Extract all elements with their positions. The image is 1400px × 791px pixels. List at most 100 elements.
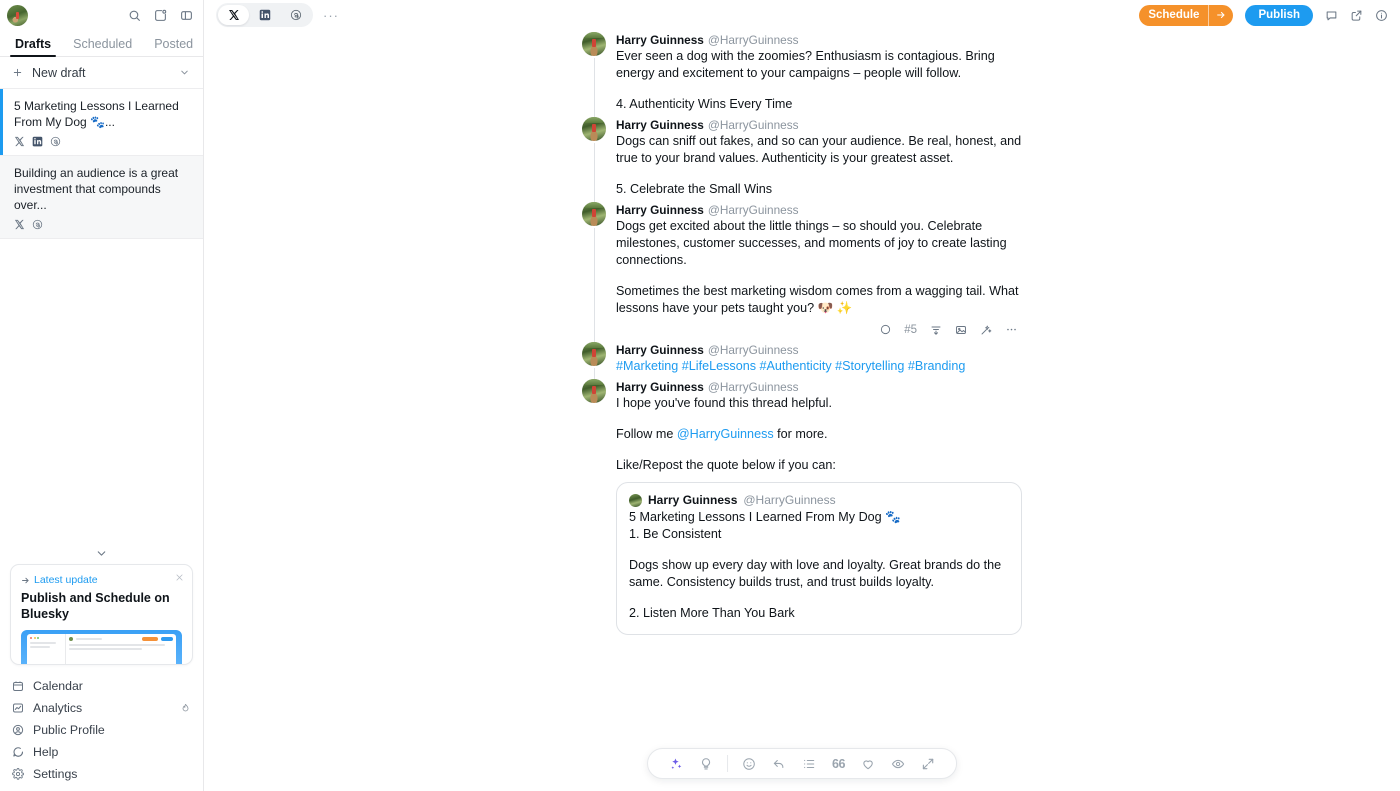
undo-icon[interactable] — [772, 757, 786, 771]
quoted-post-header: Harry Guinness @HarryGuinness — [629, 493, 1009, 507]
draft-item-1[interactable]: Building an audience is a great investme… — [0, 156, 203, 239]
thread-connector — [593, 228, 595, 342]
comment-icon[interactable] — [1325, 9, 1338, 22]
info-icon[interactable] — [1375, 9, 1388, 22]
post-text[interactable]: Dogs can sniff out fakes, and so can you… — [616, 133, 1022, 167]
thread-post-5[interactable]: Harry Guinness @HarryGuinness I hope you'… — [582, 379, 1022, 639]
tab-scheduled[interactable]: Scheduled — [62, 37, 143, 57]
author-handle: @HarryGuinness — [707, 203, 799, 217]
sidebar-item-calendar[interactable]: Calendar — [0, 675, 203, 697]
post-author: Harry Guinness @HarryGuinness — [616, 117, 1022, 133]
expand-icon[interactable] — [921, 757, 935, 771]
thread-post-2[interactable]: Harry Guinness @HarryGuinness Dogs can sn… — [582, 117, 1022, 202]
close-icon[interactable] — [175, 573, 184, 582]
platform-more-button[interactable]: ··· — [323, 8, 339, 23]
schedule-arrow-icon[interactable] — [1208, 4, 1233, 26]
quote-icon[interactable]: 66 — [832, 757, 845, 771]
latest-update-tag: Latest update — [21, 574, 182, 586]
quoted-line-4: 2. Listen More Than You Bark — [629, 606, 795, 620]
eye-icon[interactable] — [891, 757, 905, 771]
sidebar-item-label: Analytics — [33, 701, 83, 715]
toolbar-format-group: 66 — [734, 757, 943, 771]
magic-wand-icon[interactable] — [980, 324, 992, 336]
search-icon[interactable] — [128, 9, 141, 22]
publish-button[interactable]: Publish — [1245, 4, 1313, 26]
thread-connector — [593, 58, 595, 117]
latest-update-title: Publish and Schedule on Bluesky — [21, 591, 170, 621]
thread-post-4[interactable]: Harry Guinness @HarryGuinness #Marketing … — [582, 342, 1022, 379]
new-post-icon[interactable] — [154, 9, 167, 22]
latest-update-card[interactable]: Latest update Publish and Schedule on Bl… — [10, 564, 193, 665]
thread-scroll-area[interactable]: Harry Guinness @HarryGuinness Ever seen a… — [204, 30, 1400, 791]
quoted-post-card[interactable]: Harry Guinness @HarryGuinness 5 Marketin… — [616, 482, 1022, 635]
sidebar-item-label: Help — [33, 745, 59, 759]
draft-title: Building an audience is a great investme… — [14, 166, 179, 212]
post-text[interactable]: I hope you've found this thread helpful. — [616, 395, 1022, 412]
follow-prefix: Follow me — [616, 427, 677, 441]
user-avatar[interactable] — [7, 4, 28, 26]
quoted-author-name: Harry Guinness — [648, 493, 738, 507]
sidebar-item-analytics[interactable]: Analytics — [0, 697, 203, 719]
thread-split-icon[interactable] — [930, 324, 942, 336]
mention-link[interactable]: @HarryGuinness — [677, 427, 774, 441]
sidebar-collapse-button[interactable] — [0, 542, 203, 564]
tab-drafts[interactable]: Drafts — [4, 37, 62, 57]
sidebar-header — [0, 0, 203, 30]
post-hashtags[interactable]: #Marketing #LifeLessons #Authenticity #S… — [616, 358, 1022, 375]
quoted-line-3: Dogs show up every day with love and loy… — [629, 558, 1005, 589]
latest-update-label: Latest update — [34, 574, 98, 586]
author-name: Harry Guinness — [616, 118, 704, 132]
idea-bulb-icon[interactable] — [699, 757, 713, 771]
post-author: Harry Guinness @HarryGuinness — [616, 342, 1022, 358]
post-author: Harry Guinness @HarryGuinness — [616, 379, 1022, 395]
platform-tab-x[interactable] — [218, 5, 249, 25]
sidebar-item-public-profile[interactable]: Public Profile — [0, 719, 203, 741]
header-actions: Schedule Publish — [1139, 4, 1388, 26]
post-text-secondary[interactable]: Sometimes the best marketing wisdom come… — [616, 283, 1022, 317]
new-draft-button[interactable]: New draft — [0, 57, 203, 89]
linkedin-icon — [32, 136, 43, 147]
schedule-button[interactable]: Schedule — [1139, 4, 1234, 26]
tab-posted[interactable]: Posted — [143, 37, 204, 57]
panel-toggle-icon[interactable] — [180, 9, 193, 22]
draft-tabs: Drafts Scheduled Posted — [0, 30, 203, 57]
author-handle: @HarryGuinness — [707, 343, 799, 357]
external-link-icon[interactable] — [1350, 9, 1363, 22]
help-icon — [12, 746, 24, 758]
post-follow-line[interactable]: Follow me @HarryGuinness for more. — [616, 426, 1022, 443]
platform-tab-linkedin[interactable] — [249, 5, 280, 25]
image-icon[interactable] — [955, 324, 967, 336]
platform-tab-threads[interactable] — [280, 5, 311, 25]
sidebar-item-label: Settings — [33, 767, 78, 781]
avatar — [582, 202, 606, 226]
chevron-down-icon[interactable] — [179, 67, 190, 78]
arrow-right-icon — [21, 576, 30, 585]
thread-post-1[interactable]: Harry Guinness @HarryGuinness Ever seen a… — [582, 32, 1022, 117]
emoji-icon[interactable] — [742, 757, 756, 771]
sidebar-item-settings[interactable]: Settings — [0, 763, 203, 785]
post-rail — [582, 379, 606, 639]
post-text[interactable]: Ever seen a dog with the zoomies? Enthus… — [616, 48, 1022, 82]
progress-circle-icon[interactable] — [880, 324, 891, 335]
quote-intro-text[interactable]: Like/Repost the quote below if you can: — [616, 457, 1022, 474]
heart-icon[interactable] — [861, 757, 875, 771]
main-header: ··· Schedule Publish — [204, 0, 1400, 30]
draft-item-0[interactable]: 5 Marketing Lessons I Learned From My Do… — [0, 89, 203, 156]
author-name: Harry Guinness — [616, 343, 704, 357]
post-text-secondary[interactable]: 5. Celebrate the Small Wins — [616, 181, 1022, 198]
ai-sparkle-icon[interactable] — [669, 757, 683, 771]
post-text[interactable]: Dogs get excited about the little things… — [616, 218, 1022, 269]
avatar — [582, 379, 606, 403]
thread-post-3[interactable]: Harry Guinness @HarryGuinness Dogs get ex… — [582, 202, 1022, 342]
post-body: Harry Guinness @HarryGuinness Dogs can sn… — [616, 117, 1022, 202]
more-icon[interactable] — [1005, 323, 1018, 336]
draft-list: 5 Marketing Lessons I Learned From My Do… — [0, 89, 203, 239]
avatar — [582, 32, 606, 56]
post-rail — [582, 202, 606, 342]
post-text-secondary[interactable]: 4. Authenticity Wins Every Time — [616, 96, 1022, 113]
sidebar: Drafts Scheduled Posted New draft 5 Mark… — [0, 0, 204, 791]
sidebar-item-help[interactable]: Help — [0, 741, 203, 763]
list-icon[interactable] — [802, 757, 816, 771]
author-handle: @HarryGuinness — [707, 380, 799, 394]
